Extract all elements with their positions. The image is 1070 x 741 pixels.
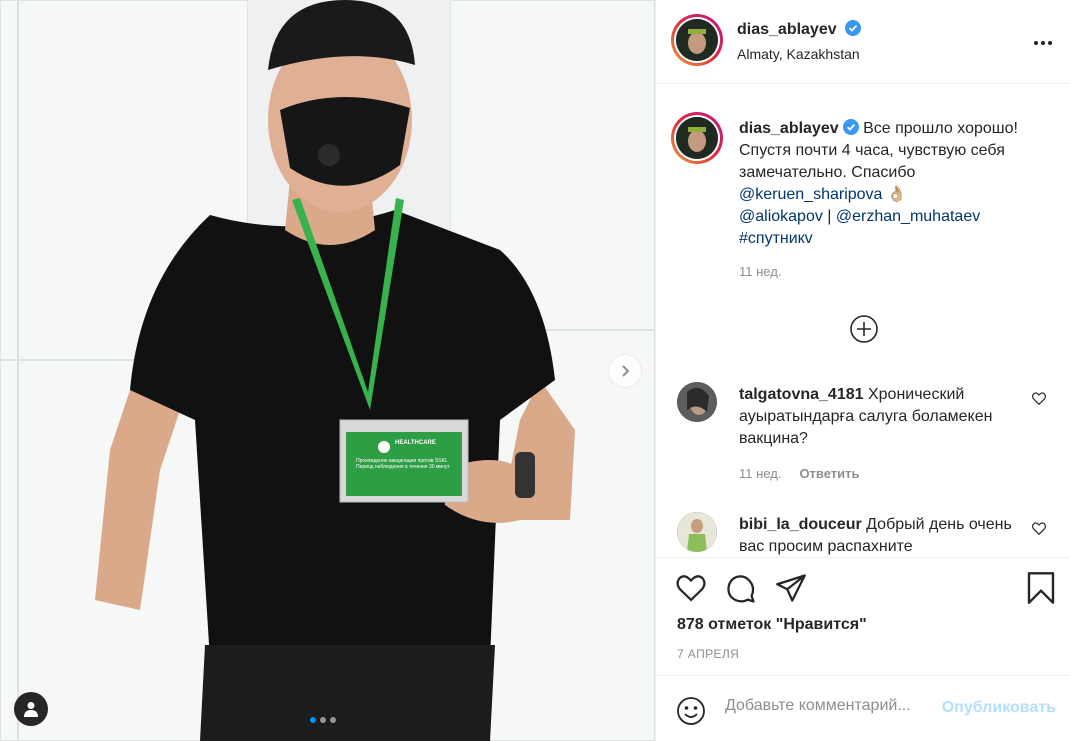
- share-button[interactable]: [776, 574, 806, 607]
- badge-logo-text: HEALTHCARE: [395, 440, 436, 446]
- carousel-dot: [320, 717, 326, 723]
- publish-comment-button[interactable]: Опубликовать: [942, 699, 1056, 717]
- comment-meta: 11 нед. Ответить: [739, 466, 860, 481]
- author-avatar[interactable]: [676, 19, 718, 61]
- smiley-icon: [677, 697, 705, 725]
- comment-item: talgatovna_4181 Хронический ауыратындарғ…: [671, 382, 1061, 492]
- avatar-image: [676, 117, 718, 159]
- avatar-image: [677, 382, 717, 422]
- carousel-dot: [330, 717, 336, 723]
- bookmark-icon: [1027, 572, 1055, 604]
- likes-count[interactable]: 878 отметок "Нравится": [677, 616, 867, 634]
- mention-link[interactable]: @erzhan_muhataev: [836, 208, 980, 225]
- user-icon: [24, 702, 38, 717]
- caption-separator: |: [822, 208, 836, 225]
- commenter-avatar[interactable]: [677, 382, 717, 422]
- comment-icon: [727, 575, 755, 603]
- commenter-username[interactable]: talgatovna_4181: [739, 386, 864, 403]
- commenter-username[interactable]: bibi_la_douceur: [739, 516, 862, 533]
- paper-plane-icon: [776, 574, 806, 602]
- more-icon: [1034, 41, 1052, 45]
- heart-icon: [1032, 522, 1046, 536]
- comment-input[interactable]: [725, 697, 935, 715]
- verified-badge-icon: [845, 20, 862, 36]
- reply-button[interactable]: Ответить: [799, 466, 859, 481]
- verified-badge-icon: [842, 119, 859, 135]
- post-header: dias_ablayev Almaty, Kazakhstan: [656, 0, 1070, 84]
- caption-username[interactable]: dias_ablayev: [739, 120, 839, 137]
- heart-icon: [1032, 392, 1046, 406]
- comment-button[interactable]: [726, 574, 756, 609]
- author-username[interactable]: dias_ablayev: [737, 21, 837, 38]
- mention-link[interactable]: @aliokapov: [739, 208, 823, 225]
- commenter-avatar[interactable]: [677, 512, 717, 552]
- like-button[interactable]: [676, 574, 706, 607]
- comment-text-block: talgatovna_4181 Хронический ауыратындарғ…: [739, 384, 1019, 450]
- chevron-right-icon: [622, 365, 630, 377]
- comment-text-block: bibi_la_douceur Добрый день очень вас пр…: [739, 514, 1019, 557]
- badge-text: Прохождение вакцинации против SSKL Перио…: [356, 458, 450, 470]
- add-comment-bar: Опубликовать: [656, 675, 1070, 741]
- story-ring[interactable]: [671, 14, 723, 66]
- load-more-comments-button[interactable]: [849, 314, 879, 349]
- avatar-image: [677, 512, 717, 552]
- author-avatar[interactable]: [676, 117, 718, 159]
- caption-timestamp[interactable]: 11 нед.: [739, 264, 781, 279]
- story-ring[interactable]: [671, 112, 723, 164]
- comment-timestamp[interactable]: 11 нед.: [739, 466, 781, 481]
- hashtag-link[interactable]: #спутникv: [739, 230, 813, 247]
- caption-emoji: 👌🏼: [886, 186, 907, 203]
- post-sidebar: dias_ablayev Almaty, Kazakhstan dias_abl…: [655, 0, 1070, 741]
- like-comment-button[interactable]: [1032, 522, 1046, 540]
- save-button[interactable]: [1027, 572, 1055, 609]
- plus-circle-icon: [850, 315, 878, 343]
- avatar-image: [676, 19, 718, 61]
- header-username-row: dias_ablayev: [737, 20, 862, 39]
- emoji-button[interactable]: [676, 696, 706, 731]
- carousel-indicator: [310, 717, 336, 723]
- caption-text-block: dias_ablayev Все прошло хорошо! Спустя п…: [739, 118, 1059, 250]
- more-options-button[interactable]: [1034, 32, 1052, 50]
- like-comment-button[interactable]: [1032, 392, 1046, 410]
- mention-link[interactable]: @keruen_sharipova: [739, 186, 882, 203]
- tagged-users-button[interactable]: [14, 692, 48, 726]
- comment-item: bibi_la_douceur Добрый день очень вас пр…: [671, 512, 1061, 557]
- next-photo-button[interactable]: [609, 355, 641, 387]
- post-photo[interactable]: HEALTHCARE Прохождение вакцинации против…: [0, 0, 655, 741]
- person-illustration: [95, 0, 575, 741]
- heart-icon: [676, 575, 706, 602]
- post-date[interactable]: 7 АПРЕЛЯ: [677, 647, 739, 661]
- post-location[interactable]: Almaty, Kazakhstan: [737, 46, 860, 62]
- carousel-dot-active: [310, 717, 316, 723]
